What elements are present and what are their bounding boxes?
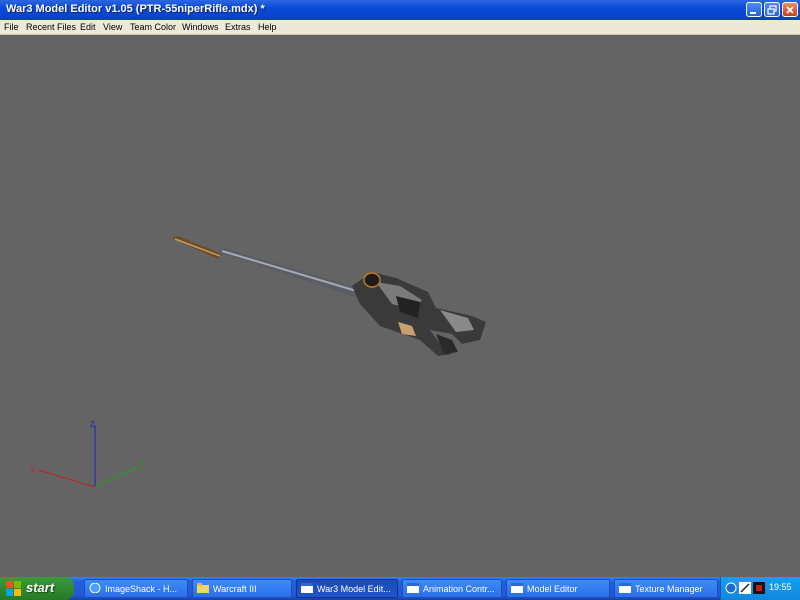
window-icon — [301, 583, 313, 593]
clock: 19:55 — [769, 582, 792, 592]
taskbar-item-label: ImageShack - H... — [105, 584, 178, 594]
taskbar-item-label: War3 Model Edit... — [317, 584, 391, 594]
restore-icon — [767, 5, 777, 15]
window-title: War3 Model Editor v1.05 (PTR-55niperRifl… — [6, 3, 265, 15]
taskbar-item-label: Texture Manager — [635, 584, 703, 594]
sniper-rifle-model — [172, 236, 486, 356]
start-button[interactable]: start — [0, 577, 74, 600]
taskbar-item-label: Model Editor — [527, 584, 578, 594]
axis-y-label: Y — [139, 460, 145, 469]
menu-bar: File Recent Files Edit View Team Color W… — [0, 20, 800, 35]
taskbar-item-label: Warcraft III — [213, 584, 257, 594]
taskbar-item-texture-manager[interactable]: Texture Manager — [614, 579, 718, 598]
axis-x-label: X — [30, 466, 36, 475]
taskbar-item-label: Animation Contr... — [423, 584, 495, 594]
menu-view[interactable]: View — [103, 22, 122, 32]
menu-edit[interactable]: Edit — [80, 22, 96, 32]
folder-icon — [197, 583, 209, 593]
windows-logo-icon — [6, 581, 21, 596]
app-tray-icon[interactable] — [753, 582, 765, 594]
start-label: start — [26, 580, 55, 595]
restore-button[interactable] — [764, 2, 780, 17]
taskbar-item-imageshack[interactable]: ImageShack - H... — [84, 579, 188, 598]
taskbar-item-animation-controller[interactable]: Animation Contr... — [402, 579, 502, 598]
menu-help[interactable]: Help — [258, 22, 277, 32]
menu-extras[interactable]: Extras — [225, 22, 251, 32]
axis-z-label: Z — [90, 420, 95, 429]
axis-gizmo: Z X Y — [30, 420, 145, 488]
security-alert-icon[interactable] — [739, 582, 751, 594]
minimize-button[interactable] — [746, 2, 762, 17]
system-tray: 19:55 — [720, 577, 800, 600]
minimize-icon — [750, 12, 756, 14]
network-icon[interactable] — [725, 582, 737, 594]
close-button[interactable] — [782, 2, 798, 17]
taskbar-item-war3-model-editor[interactable]: War3 Model Edit... — [296, 579, 398, 598]
menu-team-color[interactable]: Team Color — [130, 22, 176, 32]
window-icon — [619, 583, 631, 593]
window-icon — [511, 583, 523, 593]
taskbar: start ImageShack - H... Warcraft III War… — [0, 577, 800, 600]
close-icon — [786, 6, 794, 14]
menu-recent-files[interactable]: Recent Files — [26, 22, 76, 32]
taskbar-item-model-editor[interactable]: Model Editor — [506, 579, 610, 598]
title-bar: War3 Model Editor v1.05 (PTR-55niperRifl… — [0, 0, 800, 20]
browser-icon — [89, 583, 101, 593]
menu-file[interactable]: File — [4, 22, 19, 32]
taskbar-item-warcraft-folder[interactable]: Warcraft III — [192, 579, 292, 598]
menu-windows[interactable]: Windows — [182, 22, 219, 32]
window-icon — [407, 583, 419, 593]
rifle-scope — [363, 272, 381, 288]
viewport-scene: Z X Y — [30, 236, 486, 488]
model-viewport[interactable]: Z X Y — [0, 35, 800, 577]
